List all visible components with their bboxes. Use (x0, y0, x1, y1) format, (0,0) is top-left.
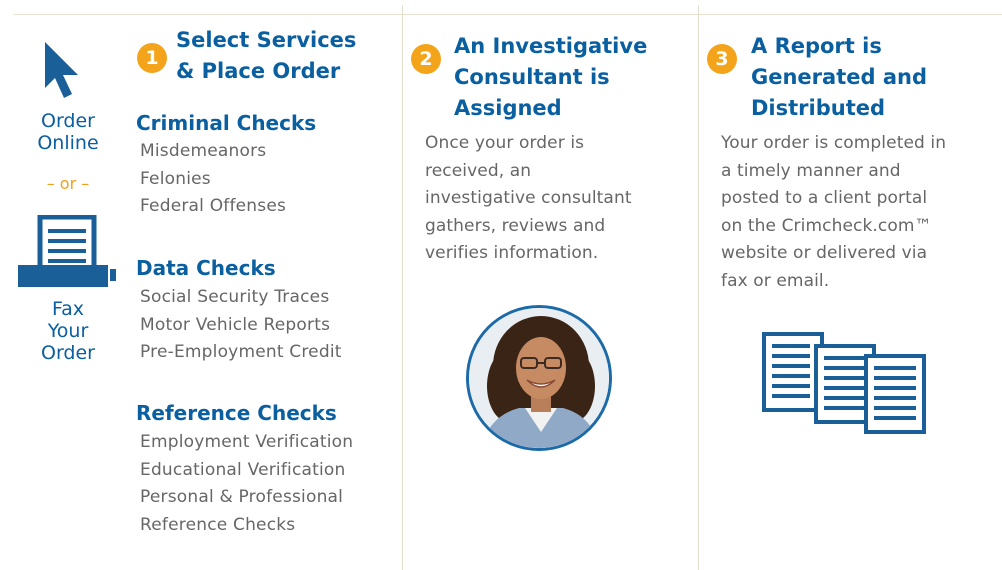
documents-icon (762, 332, 926, 434)
list-item: Social Security Traces (140, 287, 330, 307)
list-item: Personal & Professional (140, 487, 344, 508)
step-1-badge: 1 (137, 43, 167, 73)
step-2-badge: 2 (411, 44, 441, 74)
step-3-description: Your order is completed in a timely mann… (721, 133, 947, 291)
top-divider (14, 14, 1002, 15)
cursor-arrow-icon (45, 42, 78, 98)
consultant-avatar (466, 305, 612, 451)
step-3-badge: 3 (707, 44, 737, 74)
step-1-title: Select Services & Place Order (176, 28, 357, 83)
criminal-checks-heading[interactable]: Criminal Checks (136, 111, 316, 135)
list-item: Educational Verification (140, 459, 346, 480)
list-item: Employment Verification (140, 432, 354, 452)
fax-machine-icon (18, 215, 116, 287)
list-item: Misdemeanors (140, 141, 267, 161)
list-item: Federal Offenses (140, 196, 287, 217)
data-checks-list: Social Security Traces Motor Vehicle Rep… (140, 284, 342, 367)
column-divider-2 (698, 5, 699, 570)
or-separator: – or – (46, 174, 90, 193)
step-2-title: An Investigative Consultant is Assigned (454, 34, 648, 120)
data-checks-heading[interactable]: Data Checks (136, 256, 276, 280)
step-2-description: Once your order is received, an investig… (425, 133, 632, 263)
order-online-label[interactable]: Order Online (20, 110, 116, 154)
fax-your-order-label[interactable]: Fax Your Order (20, 298, 116, 364)
list-item: Reference Checks (140, 515, 296, 536)
step-3-title: A Report is Generated and Distributed (751, 34, 927, 120)
reference-checks-list: Employment Verification Educational Veri… (140, 429, 353, 540)
list-item: Motor Vehicle Reports (140, 314, 331, 335)
reference-checks-heading[interactable]: Reference Checks (136, 401, 337, 425)
list-item: Pre-Employment Credit (140, 342, 342, 363)
criminal-checks-list: Misdemeanors Felonies Federal Offenses (140, 138, 286, 221)
column-divider-1 (402, 5, 403, 570)
list-item: Felonies (140, 168, 211, 189)
